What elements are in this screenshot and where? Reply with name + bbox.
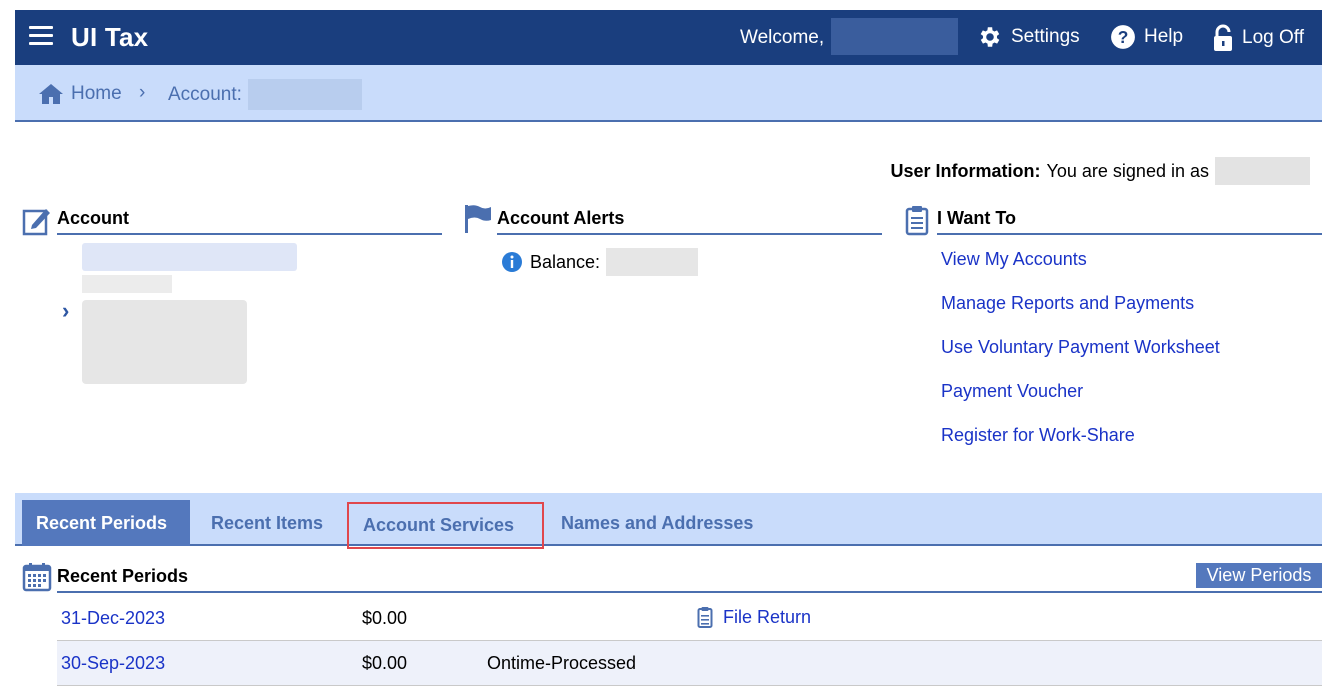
welcome-username-redacted bbox=[831, 18, 958, 55]
iwant-panel-title: I Want To bbox=[937, 208, 1322, 235]
chevron-right-icon[interactable]: › bbox=[62, 298, 69, 324]
settings-label: Settings bbox=[1011, 26, 1080, 47]
period-amount: $0.00 bbox=[362, 653, 408, 673]
info-icon bbox=[502, 252, 522, 272]
gear-icon bbox=[980, 27, 1000, 47]
period-date-link[interactable]: 31-Dec-2023 bbox=[61, 608, 165, 629]
clipboard-icon bbox=[697, 607, 713, 628]
alerts-panel-title: Account Alerts bbox=[497, 208, 882, 235]
user-info-redacted bbox=[1215, 157, 1310, 185]
period-status: Ontime-Processed bbox=[487, 653, 637, 673]
breadcrumb-account-label: Account: bbox=[168, 84, 242, 105]
breadcrumb-home-label: Home bbox=[71, 83, 122, 104]
user-info-text: You are signed in as bbox=[1046, 160, 1209, 181]
balance-value-redacted bbox=[606, 248, 699, 276]
tab-bar: Recent Periods Recent Items Account Serv… bbox=[15, 493, 1322, 549]
top-navbar: UI Tax Welcome, Settings ? Help Log Off bbox=[15, 10, 1322, 65]
link-view-my-accounts[interactable]: View My Accounts bbox=[941, 249, 1220, 293]
breadcrumb: Home › Account: bbox=[15, 65, 1322, 122]
welcome-text: Welcome, bbox=[740, 27, 825, 48]
file-return-label: File Return bbox=[723, 606, 812, 627]
logoff-label: Log Off bbox=[1242, 27, 1304, 48]
user-info-label: User Information: bbox=[890, 160, 1041, 181]
breadcrumb-separator: › bbox=[139, 82, 146, 103]
flag-icon bbox=[465, 205, 491, 233]
table-row: 30-Sep-2023 $0.00 Ontime-Processed bbox=[57, 641, 1322, 686]
tab-names-addresses[interactable]: Names and Addresses bbox=[547, 500, 767, 546]
home-icon bbox=[39, 84, 63, 104]
tab-recent-periods[interactable]: Recent Periods bbox=[22, 500, 190, 546]
recent-periods-title: Recent Periods bbox=[57, 566, 1322, 593]
balance-label: Balance: bbox=[530, 251, 601, 272]
link-register-work-share[interactable]: Register for Work-Share bbox=[941, 425, 1220, 469]
link-manage-reports-payments[interactable]: Manage Reports and Payments bbox=[941, 293, 1220, 337]
account-id-redacted bbox=[82, 275, 172, 293]
view-periods-button[interactable]: View Periods bbox=[1196, 563, 1322, 588]
help-link[interactable]: ? Help bbox=[1110, 24, 1183, 50]
link-payment-voucher[interactable]: Payment Voucher bbox=[941, 381, 1220, 425]
file-return-link[interactable]: File Return bbox=[697, 606, 811, 628]
period-amount: $0.00 bbox=[362, 608, 408, 628]
app-title: UI Tax bbox=[71, 22, 149, 52]
settings-link[interactable]: Settings bbox=[977, 24, 1080, 50]
help-label: Help bbox=[1144, 26, 1184, 47]
calendar-icon bbox=[22, 563, 52, 592]
balance-alert: Balance: bbox=[502, 248, 699, 276]
hamburger-menu-icon[interactable] bbox=[29, 26, 53, 48]
question-circle-icon: ? bbox=[1111, 25, 1135, 49]
account-name-redacted bbox=[82, 243, 297, 271]
link-voluntary-payment-worksheet[interactable]: Use Voluntary Payment Worksheet bbox=[941, 337, 1220, 381]
edit-icon bbox=[22, 209, 50, 236]
tab-account-services[interactable]: Account Services bbox=[347, 502, 544, 549]
account-address-redacted bbox=[82, 300, 247, 384]
table-row: 31-Dec-2023 $0.00 File Return bbox=[57, 596, 1322, 641]
lock-icon bbox=[1214, 24, 1232, 51]
breadcrumb-home[interactable]: Home bbox=[37, 82, 122, 106]
user-information: User Information: You are signed in as bbox=[891, 157, 1310, 185]
logoff-link[interactable]: Log Off bbox=[1212, 24, 1304, 52]
account-panel-title: Account bbox=[57, 208, 442, 235]
svg-text:?: ? bbox=[1118, 27, 1129, 47]
period-date-link[interactable]: 30-Sep-2023 bbox=[61, 653, 165, 674]
breadcrumb-account-redacted bbox=[248, 79, 362, 110]
iwant-links: View My Accounts Manage Reports and Paym… bbox=[941, 249, 1220, 469]
tab-recent-items[interactable]: Recent Items bbox=[197, 500, 337, 546]
clipboard-icon bbox=[905, 206, 929, 236]
